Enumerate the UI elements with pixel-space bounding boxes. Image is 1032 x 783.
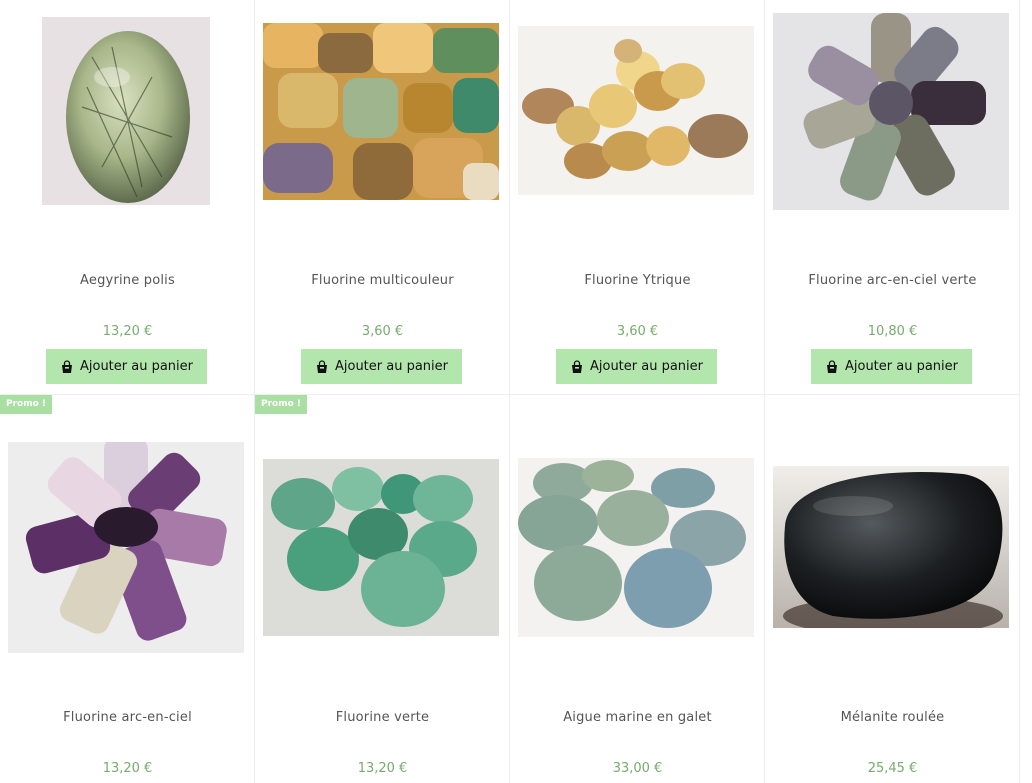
add-to-cart-label: Ajouter au panier (79, 359, 194, 374)
product-image (773, 466, 1009, 628)
product-image-link[interactable] (263, 459, 499, 636)
product-price: 3,60 € (616, 324, 659, 339)
product-card: Fluorine multicouleur 3,60 € Ajouter au … (255, 0, 510, 395)
product-image-link[interactable] (518, 26, 754, 195)
product-image (773, 13, 1009, 210)
add-to-cart-label: Ajouter au panier (844, 359, 959, 374)
product-card: Fluorine Ytrique 3,60 € Ajouter au panie… (510, 0, 765, 395)
product-price: 33,00 € (612, 761, 663, 776)
add-to-cart-button[interactable]: Ajouter au panier (556, 349, 717, 384)
product-image (263, 23, 499, 200)
product-image-link[interactable] (263, 23, 499, 200)
product-image-link[interactable] (518, 458, 754, 637)
product-title[interactable]: Mélanite roulée (765, 710, 1020, 725)
product-image-link[interactable] (42, 17, 210, 205)
product-price: 13,20 € (357, 761, 408, 776)
product-price: 25,45 € (867, 761, 918, 776)
product-title[interactable]: Aegyrine polis (0, 273, 255, 288)
product-card: Mélanite roulée 25,45 € (765, 395, 1020, 783)
product-image (42, 17, 210, 205)
product-price: 10,80 € (867, 324, 918, 339)
product-image-link[interactable] (773, 466, 1009, 628)
product-price: 3,60 € (361, 324, 404, 339)
add-to-cart-button[interactable]: Ajouter au panier (46, 349, 207, 384)
product-title[interactable]: Fluorine Ytrique (510, 273, 765, 288)
product-price: 13,20 € (102, 324, 153, 339)
product-image (518, 458, 754, 637)
product-title[interactable]: Fluorine multicouleur (255, 273, 510, 288)
shopping-bag-icon (826, 359, 837, 373)
product-card: Aigue marine en galet 33,00 € (510, 395, 765, 783)
product-grid: Aegyrine polis 13,20 € Ajouter au panier (0, 0, 1032, 783)
add-to-cart-button[interactable]: Ajouter au panier (301, 349, 462, 384)
product-title[interactable]: Fluorine arc-en-ciel (0, 710, 255, 725)
product-image-link[interactable] (8, 442, 244, 653)
product-image (263, 459, 499, 636)
product-card: Fluorine verte 13,20 € (255, 395, 510, 783)
shopping-bag-icon (316, 359, 327, 373)
product-title[interactable]: Aigue marine en galet (510, 710, 765, 725)
product-price: 13,20 € (102, 761, 153, 776)
add-to-cart-button[interactable]: Ajouter au panier (811, 349, 972, 384)
product-image (8, 442, 244, 653)
shopping-bag-icon (61, 359, 72, 373)
product-title[interactable]: Fluorine arc-en-ciel verte (765, 273, 1020, 288)
shopping-bag-icon (571, 359, 582, 373)
add-to-cart-label: Ajouter au panier (589, 359, 704, 374)
add-to-cart-label: Ajouter au panier (334, 359, 449, 374)
product-card: Aegyrine polis 13,20 € Ajouter au panier (0, 0, 255, 395)
product-image-link[interactable] (773, 13, 1009, 210)
product-title[interactable]: Fluorine verte (255, 710, 510, 725)
product-card: Fluorine arc-en-ciel verte 10,80 € Ajout… (765, 0, 1020, 395)
product-card: Fluorine arc-en-ciel 13,20 € (0, 395, 255, 783)
product-image (518, 26, 754, 195)
